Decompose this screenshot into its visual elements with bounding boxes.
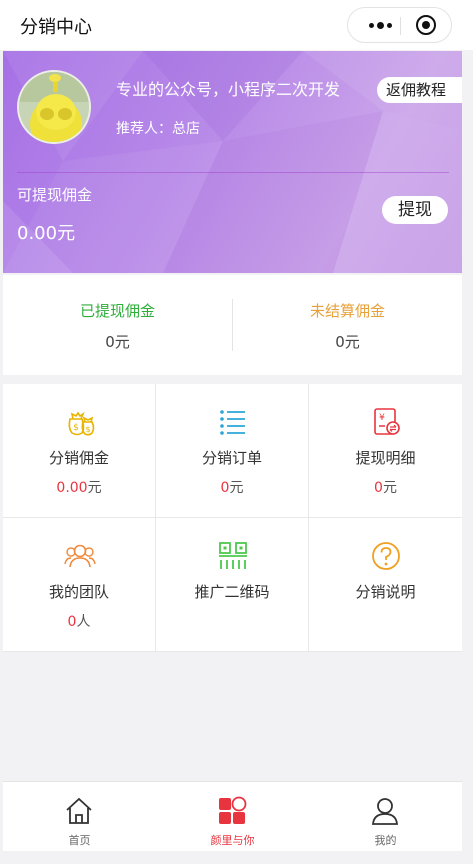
withdraw-button[interactable]: 提现 [382, 196, 448, 224]
banner-divider [17, 172, 449, 173]
grid-item-amount: 0人 [3, 611, 155, 631]
grid-item-withdraw-details[interactable]: ¥ 提现明细 0元 [309, 384, 462, 517]
grid-item-team[interactable]: 我的团队 0人 [3, 518, 155, 651]
grid-item-title: 我的团队 [48, 583, 109, 601]
withdrawable-label: 可提现佣金 [17, 186, 93, 204]
list-icon [220, 410, 245, 435]
navbar: 分销中心 [0, 0, 473, 50]
amount-unit: 元 [87, 480, 102, 496]
more-dots-icon[interactable] [360, 8, 400, 42]
amount-number: 0.00 [56, 480, 88, 496]
user-icon [372, 798, 398, 825]
stat-value: 0元 [105, 333, 130, 351]
qr-code-icon [219, 542, 247, 569]
bottom-safe-area [0, 852, 473, 864]
svg-text:$: $ [85, 425, 90, 434]
money-bags-icon: $ $ [68, 411, 95, 436]
grid-item-title: 推广二维码 [194, 583, 270, 601]
tab-yanli[interactable]: 颜里与你 [156, 782, 309, 852]
category-blocks-icon [219, 796, 247, 824]
tab-label: 我的 [374, 834, 397, 847]
svg-text:¥: ¥ [379, 413, 385, 423]
amount-unit: 元 [382, 480, 397, 496]
tab-label: 颜里与你 [210, 834, 255, 847]
stat-value: 0元 [335, 333, 360, 351]
mini-program-capsule [347, 7, 452, 43]
grid-item-title: 提现明细 [355, 449, 416, 467]
stat-label: 已提现佣金 [79, 302, 155, 320]
function-grid: $ $ 分销佣金 0.00元 分销订单 0元 ¥ 提现明细 0元 我的团队 0人… [3, 384, 462, 652]
grid-item-orders[interactable]: 分销订单 0元 [156, 384, 308, 517]
grid-item-title: 分销说明 [355, 583, 416, 601]
stat-label: 未结算佣金 [309, 302, 385, 320]
grid-item-title: 分销佣金 [48, 449, 109, 467]
target-close-icon[interactable] [416, 15, 436, 35]
commission-stats: 已提现佣金 0元 未结算佣金 0元 [3, 275, 462, 375]
amount-unit: 人 [76, 614, 91, 630]
stat-withdrawn[interactable]: 已提现佣金 0元 [3, 275, 232, 375]
grid-item-title: 分销订单 [201, 449, 262, 467]
question-circle-icon [372, 542, 400, 570]
withdrawable-amount: 0.00元 [17, 223, 76, 244]
rebate-tutorial-button[interactable]: 返佣教程 [377, 77, 462, 103]
capsule-divider [400, 17, 401, 35]
amount-unit: 元 [229, 480, 244, 496]
grid-item-qrcode[interactable]: 推广二维码 [156, 518, 308, 651]
team-icon [64, 544, 96, 568]
bottom-tab-bar: 首页 颜里与你 我的 [3, 781, 462, 851]
tab-home[interactable]: 首页 [3, 782, 156, 852]
svg-text:$: $ [73, 423, 79, 433]
stat-unsettled[interactable]: 未结算佣金 0元 [233, 275, 462, 375]
grid-item-instructions[interactable]: 分销说明 [309, 518, 462, 651]
amount-number: 0 [374, 480, 383, 496]
grid-item-amount: 0元 [156, 477, 308, 497]
tab-label: 首页 [68, 834, 91, 847]
receipt-exchange-icon: ¥ [374, 408, 400, 435]
grid-item-amount: 0元 [309, 477, 462, 497]
page-title: 分销中心 [20, 17, 92, 38]
banner-title: 专业的公众号，小程序二次开发 [116, 80, 341, 99]
profile-banner: 专业的公众号，小程序二次开发 返佣教程 推荐人：总店 可提现佣金 0.00元 提… [3, 51, 462, 273]
grid-item-amount: 0.00元 [3, 477, 155, 497]
referrer-text: 推荐人：总店 [116, 121, 200, 137]
avatar[interactable] [17, 70, 91, 144]
home-icon [66, 797, 92, 824]
grid-item-commission[interactable]: $ $ 分销佣金 0.00元 [3, 384, 155, 517]
tab-mine[interactable]: 我的 [309, 782, 462, 852]
